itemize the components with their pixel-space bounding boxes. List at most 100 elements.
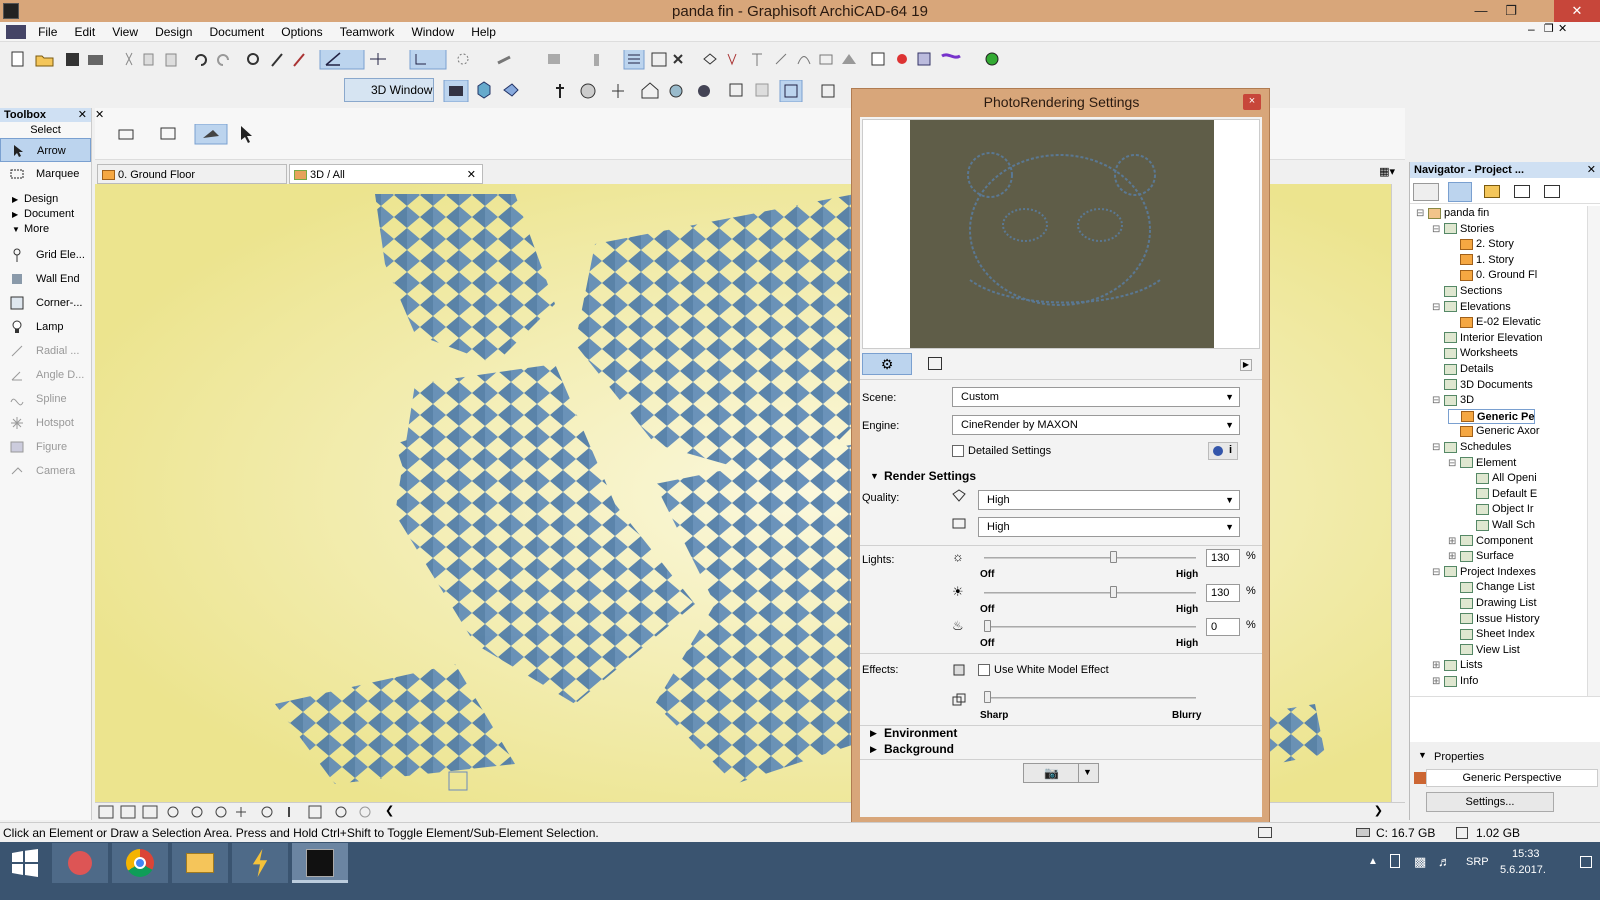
nav-tree-item[interactable]: Generic Pe: [1448, 408, 1536, 424]
tool-hotspot[interactable]: Hotspot: [0, 411, 91, 435]
scroll-right-icon[interactable]: ❯: [1374, 804, 1383, 817]
layout-book-icon[interactable]: [1514, 185, 1530, 198]
tab-ground-floor[interactable]: 0. Ground Floor: [97, 164, 287, 184]
size-tab-icon[interactable]: [928, 357, 942, 370]
light-slider-thumb[interactable]: [984, 620, 991, 632]
view-map-icon[interactable]: [1484, 185, 1500, 198]
tree-expand-icon[interactable]: ⊞: [1448, 549, 1460, 564]
toolbox-close-icon[interactable]: ✕: [78, 108, 87, 122]
taskbar-chrome[interactable]: [112, 843, 168, 883]
tool-radial-dimension[interactable]: Radial ...: [0, 339, 91, 363]
scroll-left-icon[interactable]: ❮: [385, 804, 394, 817]
clock-time[interactable]: 15:33: [1512, 848, 1540, 860]
menu-help[interactable]: Help: [464, 22, 503, 42]
tab-close-icon[interactable]: ✕: [467, 165, 476, 185]
publisher-sets-icon[interactable]: [1544, 185, 1560, 198]
nav-tree-item[interactable]: E-02 Elevatic: [1448, 315, 1541, 330]
light-intensity-input[interactable]: 130: [1206, 549, 1240, 567]
tool-marquee[interactable]: Marquee: [0, 162, 91, 186]
tree-collapse-icon[interactable]: ⊟: [1432, 440, 1444, 455]
nav-tree-item[interactable]: Generic Axor: [1448, 424, 1540, 439]
detailed-settings-checkbox[interactable]: [952, 445, 964, 457]
tree-expand-icon[interactable]: ⊞: [1432, 658, 1444, 673]
nav-tree-item[interactable]: 0. Ground Fl: [1448, 268, 1537, 283]
menu-teamwork[interactable]: Teamwork: [333, 22, 402, 42]
nav-tree-item[interactable]: Interior Elevation: [1432, 331, 1543, 346]
tree-collapse-icon[interactable]: ⊟: [1432, 565, 1444, 580]
nav-tree-item[interactable]: ⊟ panda fin: [1416, 206, 1489, 221]
mdi-close-icon[interactable]: ✕: [1558, 22, 1567, 35]
tree-collapse-icon[interactable]: ⊟: [1432, 222, 1444, 237]
network-icon[interactable]: ▩: [1414, 854, 1426, 870]
properties-collapse-icon[interactable]: ▼: [1418, 750, 1427, 760]
taskbar-archicad-logo[interactable]: [232, 843, 288, 883]
nav-tree-item[interactable]: Wall Sch: [1464, 518, 1535, 533]
nav-tree-item[interactable]: Drawing List: [1448, 596, 1537, 611]
expand-arrow-icon[interactable]: ▶: [1240, 359, 1252, 371]
language-indicator[interactable]: SRP: [1466, 856, 1489, 868]
environment-header[interactable]: Environment: [884, 726, 957, 740]
tray-overflow-icon[interactable]: ▲: [1368, 856, 1378, 867]
tab-list-icon[interactable]: ▦▾: [1379, 165, 1395, 178]
menu-options[interactable]: Options: [274, 22, 329, 42]
minimize-button[interactable]: —: [1466, 0, 1496, 22]
nav-tree-item[interactable]: Sections: [1432, 284, 1502, 299]
tree-expand-icon[interactable]: ⊞: [1432, 674, 1444, 689]
nav-tree-item[interactable]: Details: [1432, 362, 1494, 377]
light-slider-track[interactable]: [984, 592, 1196, 594]
nav-tree-item[interactable]: ⊞ Info: [1432, 674, 1478, 689]
nav-tree-item[interactable]: ⊞ Component: [1448, 534, 1533, 549]
mdi-restore-icon[interactable]: ❐: [1544, 22, 1554, 35]
scene-dropdown[interactable]: Custom ▼: [952, 387, 1240, 407]
navigator-close-icon[interactable]: ✕: [1587, 162, 1596, 178]
tool-grid-element[interactable]: Grid Ele...: [0, 243, 91, 267]
project-map-icon[interactable]: [1448, 182, 1472, 202]
light-slider-track[interactable]: [984, 626, 1196, 628]
tool-spline[interactable]: Spline: [0, 387, 91, 411]
view-settings-button[interactable]: Settings...: [1426, 792, 1554, 812]
background-header[interactable]: Background: [884, 742, 954, 756]
menu-edit[interactable]: Edit: [67, 22, 102, 42]
tab-3d-all[interactable]: 3D / All ✕: [289, 164, 483, 184]
light-slider-thumb[interactable]: [1110, 586, 1117, 598]
navigator-switch-icon[interactable]: [1413, 183, 1439, 201]
volume-icon[interactable]: ♬: [1438, 854, 1451, 869]
taskbar-file-explorer[interactable]: [172, 843, 228, 883]
info-box-close-icon[interactable]: ✕: [95, 108, 104, 121]
nav-tree-item[interactable]: 2. Story: [1448, 237, 1514, 252]
view-name-field[interactable]: Generic Perspective: [1426, 769, 1598, 787]
nav-tree-item[interactable]: ⊞ Lists: [1432, 658, 1483, 673]
render-settings-header[interactable]: Render Settings: [884, 469, 976, 483]
light-slider-thumb[interactable]: [1110, 551, 1117, 563]
tree-collapse-icon[interactable]: ⊟: [1448, 456, 1460, 471]
render-settings-collapse-icon[interactable]: ▼: [870, 471, 879, 481]
nav-tree-item[interactable]: ⊟ Element: [1448, 456, 1516, 471]
nav-tree-item[interactable]: ⊟ Elevations: [1432, 300, 1511, 315]
blur-slider-thumb[interactable]: [984, 691, 991, 703]
tool-figure[interactable]: Figure: [0, 435, 91, 459]
navigator-scrollbar[interactable]: [1587, 206, 1600, 696]
nav-tree-item[interactable]: View List: [1448, 643, 1520, 658]
light-intensity-input[interactable]: 0: [1206, 618, 1240, 636]
mdi-minimize-icon[interactable]: –: [1528, 22, 1535, 36]
nav-tree-item[interactable]: All Openi: [1464, 471, 1537, 486]
nav-tree-item[interactable]: ⊟ Stories: [1432, 222, 1494, 237]
background-expand-icon[interactable]: ▶: [870, 744, 877, 755]
nav-tree-item[interactable]: Sheet Index: [1448, 627, 1535, 642]
tree-expand-icon[interactable]: ⊞: [1448, 534, 1460, 549]
taskbar-archicad[interactable]: [292, 843, 348, 883]
tool-camera[interactable]: Camera: [0, 459, 91, 483]
menu-document[interactable]: Document: [203, 22, 272, 42]
navigator-hscroll[interactable]: [1410, 696, 1600, 710]
nav-tree-item[interactable]: ⊟ Project Indexes: [1432, 565, 1536, 580]
render-button[interactable]: 📷 ▼: [1023, 763, 1099, 783]
3d-window-button[interactable]: 3D Window: [344, 78, 434, 102]
menu-design[interactable]: Design: [148, 22, 199, 42]
close-window-button[interactable]: ✕: [1554, 0, 1600, 22]
render-options-chevron-icon[interactable]: ▼: [1083, 767, 1092, 777]
quality-dropdown-secondary[interactable]: High ▼: [978, 517, 1240, 537]
document-menu-icon[interactable]: [6, 25, 26, 39]
windows-start-icon[interactable]: [10, 848, 40, 878]
light-intensity-input[interactable]: 130: [1206, 584, 1240, 602]
nav-tree-item[interactable]: ⊟ 3D: [1432, 393, 1474, 408]
